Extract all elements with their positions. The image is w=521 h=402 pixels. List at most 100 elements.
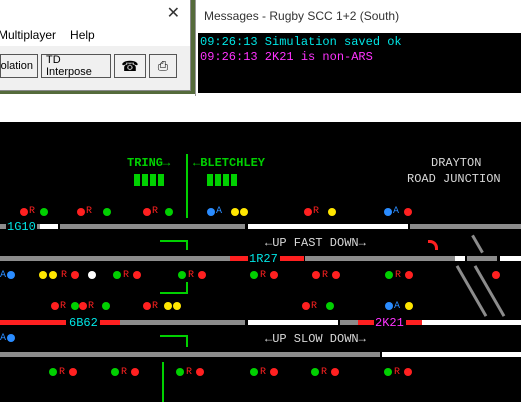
berth-1R27[interactable]: 1R27 [248, 253, 279, 266]
message-line: 09:26:13 Simulation saved ok [200, 35, 402, 49]
signal-aspect-blue[interactable] [207, 208, 215, 216]
signal-aspect-red[interactable] [143, 302, 151, 310]
signal-aspect-green[interactable] [385, 271, 393, 279]
track-section-occupied[interactable] [230, 256, 250, 261]
route-marker: R [60, 301, 67, 312]
signal-aspect-red[interactable] [312, 271, 320, 279]
track-section[interactable] [248, 320, 338, 325]
track-section[interactable] [60, 224, 245, 229]
signal-aspect-green[interactable] [40, 208, 48, 216]
direction-bletchley: ←BLETCHLEY [193, 156, 266, 170]
track-section[interactable] [248, 224, 408, 229]
route-marker: R [311, 301, 318, 312]
signal-aspect-red[interactable] [404, 208, 412, 216]
messages-window-title: Messages - Rugby SCC 1+2 (South) [196, 0, 521, 32]
signal-aspect-green[interactable] [49, 368, 57, 376]
signal-aspect-red[interactable] [198, 271, 206, 279]
signal-aspect-yellow[interactable] [231, 208, 239, 216]
track-section-occupied[interactable] [0, 320, 66, 325]
signal-aspect-red[interactable] [405, 271, 413, 279]
track-section[interactable] [382, 352, 521, 357]
track-section-occupied[interactable] [280, 256, 304, 261]
track-section[interactable] [455, 256, 465, 261]
signal-aspect-red[interactable] [304, 208, 312, 216]
signal-aspect-red[interactable] [302, 302, 310, 310]
signal-aspect-green[interactable] [102, 302, 110, 310]
signal-aspect-red[interactable] [20, 208, 28, 216]
signal-aspect-blue[interactable] [7, 271, 15, 279]
td-interpose-button[interactable]: TD Interpose [41, 54, 111, 78]
signal-aspect-red[interactable] [79, 302, 87, 310]
isolation-button[interactable]: Isolation [0, 54, 38, 78]
track-section-occupied[interactable] [358, 320, 374, 325]
route-marker: R [121, 367, 128, 378]
signal-aspect-green[interactable] [113, 271, 121, 279]
signal-aspect-blue[interactable] [384, 208, 392, 216]
berth-1G10[interactable]: 1G10 [6, 221, 37, 234]
track-section[interactable] [422, 320, 521, 325]
signal-aspect-green[interactable] [178, 271, 186, 279]
menu-multiplayer[interactable]: Multiplayer [0, 28, 56, 42]
signal-aspect-blue[interactable] [7, 334, 15, 342]
track-section[interactable] [0, 352, 380, 357]
signal-aspect-yellow[interactable] [405, 302, 413, 310]
signal-aspect-blue[interactable] [385, 302, 393, 310]
messages-window: Messages - Rugby SCC 1+2 (South) 09:26:1… [195, 0, 521, 96]
signal-aspect-yellow[interactable] [49, 271, 57, 279]
signal-aspect-green[interactable] [311, 368, 319, 376]
track-section-occupied[interactable] [100, 320, 120, 325]
berth-2K21[interactable]: 2K21 [374, 317, 405, 330]
signal-aspect-red[interactable] [77, 208, 85, 216]
signal-aspect-green[interactable] [250, 368, 258, 376]
track-section[interactable] [120, 320, 245, 325]
signal-aspect-red[interactable] [133, 271, 141, 279]
track-section-occupied[interactable] [406, 320, 422, 325]
track-section[interactable] [467, 256, 497, 261]
track-section[interactable] [40, 224, 58, 229]
telephone-button[interactable]: ☎ [114, 54, 146, 78]
signal-aspect-red[interactable] [270, 368, 278, 376]
signal-aspect-red[interactable] [492, 271, 500, 279]
signal-aspect-green[interactable] [326, 302, 334, 310]
signal-aspect-green[interactable] [176, 368, 184, 376]
printer-icon: ⎙ [157, 58, 169, 73]
close-icon[interactable]: ✕ [167, 3, 180, 23]
signal-aspect-yellow[interactable] [240, 208, 248, 216]
shunt-signal-icon[interactable] [428, 240, 438, 250]
td-interpose-button-label: TD Interpose [46, 54, 92, 78]
signal-aspect-yellow[interactable] [164, 302, 172, 310]
signal-aspect-green[interactable] [384, 368, 392, 376]
ground-signal[interactable] [88, 271, 96, 279]
route-marker: R [123, 270, 130, 281]
signal-aspect-red[interactable] [270, 271, 278, 279]
signal-aspect-green[interactable] [165, 208, 173, 216]
signal-aspect-red[interactable] [404, 368, 412, 376]
track-section[interactable] [0, 256, 230, 261]
route-marker: R [152, 206, 159, 217]
berth-6B62[interactable]: 6B62 [68, 317, 99, 330]
track-section[interactable] [410, 224, 521, 229]
main-window: ✕ Multiplayer Help Isolation TD Interpos… [0, 0, 191, 91]
signal-aspect-yellow[interactable] [173, 302, 181, 310]
signal-aspect-yellow[interactable] [328, 208, 336, 216]
track-section[interactable] [305, 256, 455, 261]
route-marker: A [394, 301, 401, 312]
location-name-line2: ROAD JUNCTION [407, 172, 501, 186]
track-section[interactable] [340, 320, 358, 325]
signal-aspect-red[interactable] [71, 271, 79, 279]
signal-aspect-red[interactable] [196, 368, 204, 376]
track-section[interactable] [500, 256, 521, 261]
signal-aspect-red[interactable] [331, 368, 339, 376]
signal-aspect-green[interactable] [111, 368, 119, 376]
signal-aspect-green[interactable] [250, 271, 258, 279]
signal-aspect-green[interactable] [71, 302, 79, 310]
signal-aspect-red[interactable] [332, 271, 340, 279]
printer-button[interactable]: ⎙ [149, 54, 177, 78]
signal-aspect-red[interactable] [51, 302, 59, 310]
signal-aspect-yellow[interactable] [39, 271, 47, 279]
signal-aspect-red[interactable] [69, 368, 77, 376]
signal-aspect-red[interactable] [131, 368, 139, 376]
signal-aspect-red[interactable] [143, 208, 151, 216]
signal-aspect-green[interactable] [103, 208, 111, 216]
menu-help[interactable]: Help [70, 28, 95, 42]
